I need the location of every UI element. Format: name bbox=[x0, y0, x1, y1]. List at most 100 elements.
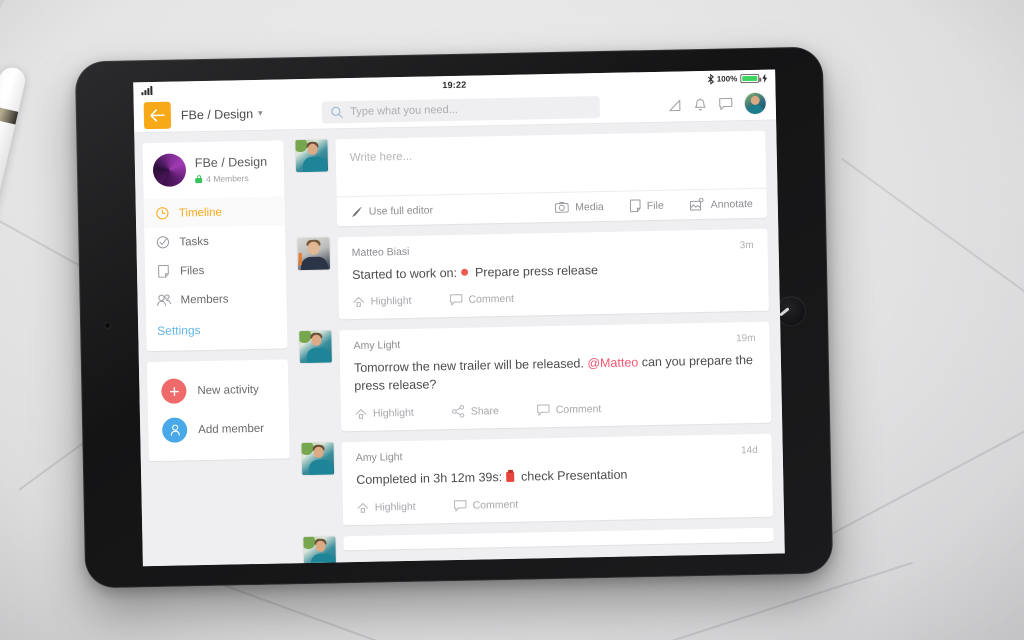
feed-post-row: Matteo Biasi 3m Started to work on: Prep… bbox=[297, 228, 769, 321]
highlight-icon bbox=[353, 297, 365, 307]
bluetooth-icon bbox=[707, 73, 714, 85]
sidebar-item-timeline[interactable]: Timeline bbox=[143, 196, 286, 229]
user-avatar[interactable] bbox=[744, 92, 766, 115]
post-mention[interactable]: @Matteo bbox=[587, 355, 638, 370]
post-action-label: Highlight bbox=[374, 500, 416, 514]
annotate-label: Annotate bbox=[710, 197, 753, 211]
comment-icon bbox=[449, 294, 463, 306]
post-card: Amy Light 14d Completed in 3h 12m 39s: c… bbox=[341, 434, 774, 525]
arrow-left-icon bbox=[150, 109, 165, 122]
search-container bbox=[262, 94, 660, 124]
project-name-dropdown[interactable]: FBe / Design ▾ bbox=[180, 106, 263, 122]
project-avatar bbox=[152, 153, 187, 188]
main-content: FBe / Design 4 Members Timeline Tasks Fi… bbox=[134, 120, 785, 567]
chat-bubble-icon[interactable] bbox=[719, 97, 733, 111]
post-action-label: Highlight bbox=[370, 294, 412, 308]
share-button[interactable]: Share bbox=[451, 404, 499, 419]
flag-icon[interactable] bbox=[668, 98, 682, 112]
post-avatar bbox=[301, 442, 335, 476]
sidebar-settings-link[interactable]: Settings bbox=[146, 312, 288, 351]
charging-bolt-icon bbox=[762, 73, 768, 83]
media-button[interactable]: Media bbox=[555, 200, 604, 213]
new-activity-button[interactable]: New activity bbox=[147, 369, 289, 411]
sidebar-item-label: Tasks bbox=[179, 235, 209, 248]
sidebar-item-label: Timeline bbox=[178, 206, 222, 220]
lock-icon bbox=[195, 174, 203, 183]
header-icon-group bbox=[660, 92, 766, 116]
tablet-device: 19:22 100% FBe / Design ▾ Type what you … bbox=[74, 46, 834, 589]
highlight-button[interactable]: Highlight bbox=[355, 407, 414, 420]
annotate-button[interactable]: Annotate bbox=[689, 197, 753, 211]
comment-button[interactable]: Comment bbox=[453, 498, 519, 512]
feed-post-row: Amy Light 14d Completed in 3h 12m 39s: c… bbox=[301, 434, 774, 526]
post-action-label: Comment bbox=[555, 402, 602, 416]
post-avatar bbox=[297, 237, 331, 271]
sidebar-card: FBe / Design 4 Members Timeline Tasks Fi… bbox=[142, 140, 288, 352]
post-text-part-a: Tomorrow the new trailer will be release… bbox=[353, 356, 588, 376]
highlight-button[interactable]: Highlight bbox=[357, 500, 416, 513]
add-member-button[interactable]: Add member bbox=[148, 408, 290, 450]
project-members-meta: 4 Members bbox=[195, 172, 267, 183]
use-full-editor-button[interactable]: Use full editor bbox=[351, 202, 530, 218]
post-time: 3m bbox=[739, 239, 754, 252]
composer-placeholder[interactable]: Write here... bbox=[335, 131, 766, 197]
use-full-editor-label: Use full editor bbox=[368, 203, 434, 218]
front-camera bbox=[104, 321, 112, 329]
highlight-button[interactable]: Highlight bbox=[353, 295, 412, 308]
highlight-icon bbox=[357, 502, 369, 513]
sidebar-actions-card: New activity Add member bbox=[146, 359, 290, 462]
new-activity-label: New activity bbox=[197, 383, 259, 397]
search-input[interactable] bbox=[350, 100, 592, 118]
media-label: Media bbox=[575, 200, 604, 214]
activity-feed: Write here... Use full editor Media File… bbox=[291, 120, 785, 564]
search-icon bbox=[331, 106, 344, 118]
add-member-label: Add member bbox=[198, 422, 265, 436]
project-name-label: FBe / Design bbox=[180, 106, 254, 122]
post-action-label: Highlight bbox=[372, 406, 414, 420]
sidebar-item-files[interactable]: Files bbox=[145, 254, 287, 286]
battery-percent-label: 100% bbox=[716, 74, 738, 84]
back-button[interactable] bbox=[143, 101, 172, 130]
comment-button[interactable]: Comment bbox=[536, 402, 602, 416]
clock-icon bbox=[155, 207, 170, 220]
people-icon bbox=[156, 294, 171, 307]
check-circle-icon bbox=[155, 236, 170, 249]
sidebar-item-tasks[interactable]: Tasks bbox=[144, 225, 286, 257]
composer-card: Write here... Use full editor Media File… bbox=[335, 130, 768, 227]
share-icon bbox=[451, 405, 465, 419]
post-text-prefix: Started to work on: bbox=[351, 265, 458, 283]
post-action-label: Share bbox=[470, 404, 499, 418]
tablet-screen: 19:22 100% FBe / Design ▾ Type what you … bbox=[133, 69, 785, 567]
composer-row: Write here... Use full editor Media File… bbox=[295, 130, 768, 227]
status-right-group: 100% bbox=[647, 73, 768, 86]
home-button[interactable] bbox=[775, 295, 807, 327]
sidebar-nav: Timeline Tasks Files Members Settings bbox=[143, 196, 288, 351]
post-action-label: Comment bbox=[472, 498, 519, 512]
post-card: Matteo Biasi 3m Started to work on: Prep… bbox=[337, 228, 769, 320]
annotate-icon bbox=[689, 197, 704, 211]
post-task-name: check Presentation bbox=[520, 467, 628, 485]
file-label: File bbox=[646, 199, 664, 212]
sidebar: FBe / Design 4 Members Timeline Tasks Fi… bbox=[134, 130, 300, 566]
comment-icon bbox=[536, 404, 550, 416]
highlight-icon bbox=[355, 408, 367, 419]
camera-icon bbox=[555, 201, 570, 213]
feed-post-row-partial bbox=[303, 527, 774, 564]
file-button[interactable]: File bbox=[629, 199, 664, 213]
comment-button[interactable]: Comment bbox=[449, 293, 514, 306]
post-card-partial bbox=[343, 527, 774, 550]
task-dot-icon bbox=[461, 268, 469, 277]
sidebar-item-label: Members bbox=[180, 293, 229, 306]
sidebar-item-members[interactable]: Members bbox=[145, 283, 287, 315]
post-time: 14d bbox=[740, 445, 758, 457]
plus-icon bbox=[161, 378, 187, 404]
post-task-name: Prepare press release bbox=[474, 263, 599, 280]
pen-icon bbox=[351, 206, 362, 217]
post-action-label: Comment bbox=[468, 292, 515, 306]
bell-icon[interactable] bbox=[694, 97, 707, 111]
file-icon bbox=[156, 264, 171, 278]
post-avatar bbox=[299, 330, 332, 364]
search-box[interactable] bbox=[322, 95, 601, 124]
file-icon bbox=[629, 199, 641, 213]
sidebar-item-label: Files bbox=[179, 264, 205, 277]
